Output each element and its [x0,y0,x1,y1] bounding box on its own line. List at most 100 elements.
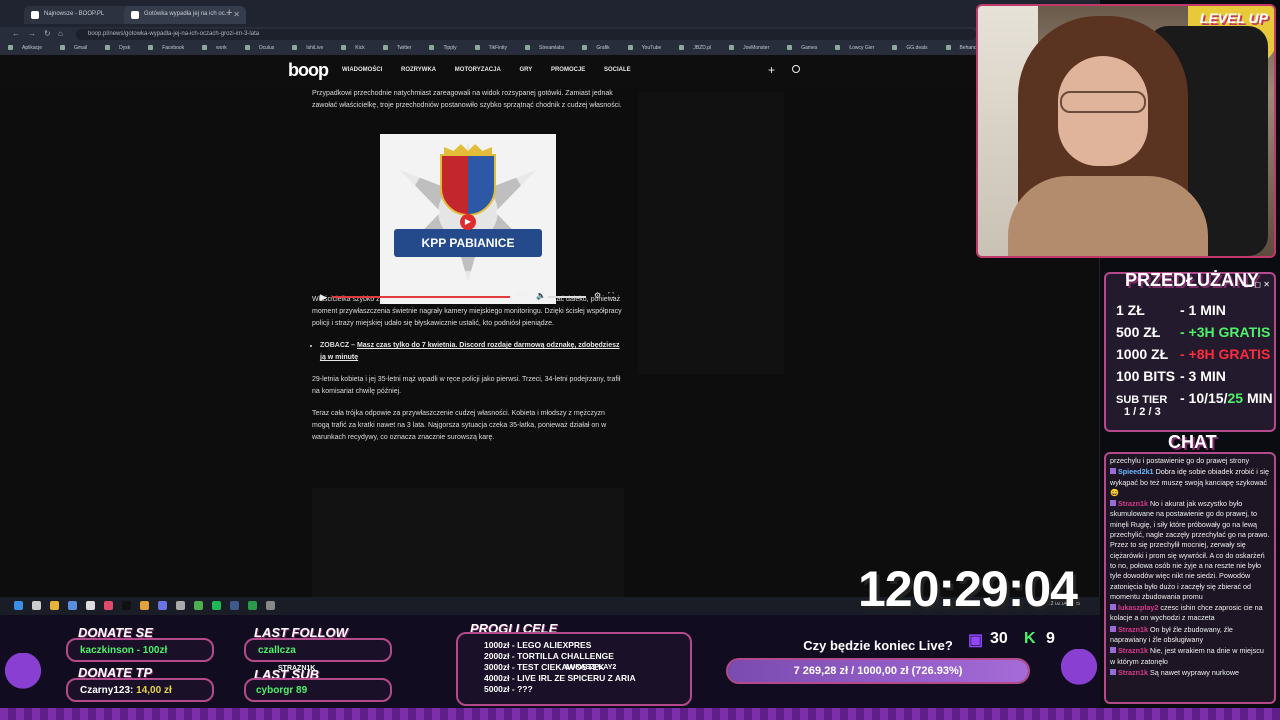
bookmark-item[interactable]: Aplikacje [8,45,51,51]
coat-of-arms-emblem [440,154,496,216]
folder-icon[interactable] [50,601,59,610]
bookmark-label: Grafik [596,45,610,51]
bookmark-icon [292,45,298,50]
donate-se-panel: kaczkinson - 100zł [66,638,214,662]
new-tab-icon[interactable]: + [226,7,232,19]
search-icon[interactable] [32,601,41,610]
bookmark-label: Gmail [74,45,88,51]
bookmark-icon [787,45,793,50]
price-row: 500 ZŁ - +3H GRATIS [1116,324,1271,340]
article-paragraph: Przypadkowi przechodnie natychmiast zare… [312,90,622,109]
chat-badge-icon [1110,500,1116,507]
chat-message: lukaszplay2 czesc ishin chce zaprosic ci… [1110,603,1270,624]
forward-icon[interactable]: → [28,29,36,38]
excel-icon[interactable] [248,601,257,610]
bookmark-item[interactable]: Kick [341,45,373,51]
bookmark-label: Łowcy Gier [849,45,875,51]
volume-icon[interactable]: 🔈 [536,291,546,300]
last-sub-panel: cyborgr 89 [244,678,392,702]
bookmark-icon [382,45,388,50]
nav-gry[interactable]: GRY [519,67,532,73]
last-follow-value: czallcza [258,645,296,656]
last-follow-panel: czallcza [244,638,392,662]
back-icon[interactable]: ← [12,29,20,38]
bookmark-item[interactable]: Gmail [60,45,96,51]
bookmark-item[interactable]: Oculus [244,45,284,51]
tab-title: Gotówka wypadła jej na ich oc... [144,11,230,17]
play-overlay-icon[interactable]: ▶ [460,214,476,230]
goal-overlay-text: LUKASZPLAY2 [566,664,617,671]
spotify-icon[interactable] [212,601,221,610]
bookmark-icon [729,45,735,50]
bookmark-item[interactable]: Tipply [429,45,465,51]
bookmark-item[interactable]: JBZD.pl [679,45,720,51]
tiktok-icon[interactable] [122,601,131,610]
bookmark-item[interactable]: GG.deals [892,45,936,51]
bookmark-item[interactable]: YouTube [627,45,671,51]
play-icon[interactable]: ▶ [320,292,327,303]
nav-wiadomosci[interactable]: WIADOMOŚCI [342,67,382,73]
chat-username[interactable]: Strazn1k [1118,646,1148,655]
plus-icon[interactable]: + [768,63,775,77]
chat-panel: przechylu i postawienie go do prawej str… [1104,452,1276,704]
chat-username[interactable]: Strazn1k [1118,625,1148,634]
site-logo[interactable]: boop [288,60,329,81]
obs-icon[interactable] [176,601,185,610]
bookmark-item[interactable]: IshiLive [292,45,332,51]
prices-panel: PRZEDŁUŻANY ▬ ◻ ✕ 1 ZŁ - 1 MIN 500 ZŁ - +3… [1104,270,1276,432]
url-field[interactable]: boop.pl/news/gotowka-wypadla-jej-na-ich-… [76,29,976,40]
bookmark-item[interactable]: Łowcy Gier [835,45,883,51]
home-icon[interactable]: ⌂ [58,29,63,38]
bookmark-item[interactable]: Games [787,45,826,51]
bookmark-item[interactable]: Facebook [148,45,193,51]
close-tab-icon[interactable]: ✕ [233,10,240,19]
chat-username[interactable]: lukaszplay2 [1118,603,1158,612]
nav-sociale[interactable]: SOCIALE [604,67,631,73]
calendar-icon[interactable] [86,601,95,610]
store-icon[interactable] [68,601,77,610]
chat-message: Strazn1k Są nawet wyprawy nurkowe [1110,668,1270,678]
price-row: 100 BITS - 3 MIN [1116,368,1226,384]
xbox-icon[interactable] [194,601,203,610]
app-icon[interactable] [266,601,275,610]
zobacz-link[interactable]: Masz czas tylko do 7 kwietnia. Discord r… [320,342,620,361]
bookmark-item[interactable]: Twitter [382,45,421,51]
chat-username[interactable]: Strazn1k [1118,499,1148,508]
seek-bar[interactable] [332,296,510,298]
chat-username[interactable]: Strazn1k [1118,668,1148,677]
steam-icon[interactable] [230,601,239,610]
search-icon[interactable] [792,65,800,73]
nav-motoryzacja[interactable]: MOTORYZACJA [455,67,501,73]
bookmark-label: TikFinity [488,45,508,51]
level-up-logo: LEVEL UP [1199,10,1268,26]
fullscreen-icon[interactable]: ⛶ [608,291,614,301]
mail-icon[interactable] [104,601,113,610]
video-player[interactable]: KPP PABIANICE ▶ [380,134,556,304]
reload-icon[interactable]: ↻ [44,29,51,38]
windows-icon[interactable] [14,601,23,610]
browser-window: Najnowsze - BOOP.PL ✕ Gotówka wypadła je… [0,0,1100,612]
discord-icon[interactable] [158,601,167,610]
nav-rozrywka[interactable]: ROZRYWKA [401,67,436,73]
chat-username[interactable]: Spieed2k1 [1118,467,1154,476]
donate-se-value: kaczkinson - 100zł [80,645,168,656]
bookmark-item[interactable]: JoeMonster [729,45,778,51]
bookmark-item[interactable]: Dysk [105,45,139,51]
bookmark-item[interactable]: TikFinity [474,45,516,51]
bookmark-item[interactable]: Grafik [582,45,618,51]
chat-text: No i akurat jak wszystko było skumulowan… [1110,499,1270,601]
stream-overlay: Najnowsze - BOOP.PL ✕ Gotówka wypadła je… [0,0,1280,720]
chat-badge-icon [1110,647,1116,654]
bookmark-label: Aplikacje [22,45,43,51]
bookmark-item[interactable]: Streamlabs [525,45,573,51]
chrome-icon[interactable] [140,601,149,610]
address-bar: ← → ↻ ⌂ boop.pl/news/gotowka-wypadla-jej… [0,27,1100,42]
chat-message: Strazn1k Nie, jest wrakiem na dnie w mie… [1110,646,1270,667]
site-header: boop WIADOMOŚCI ROZRYWKA MOTORYZACJA GRY… [0,55,978,87]
volume-slider[interactable] [548,296,586,298]
settings-gear-icon[interactable]: ⚙ [594,291,601,300]
goal-item: 5000zł - ??? [484,684,533,694]
bookmark-icon [582,45,588,50]
bookmark-item[interactable]: work [202,45,236,51]
nav-promocje[interactable]: PROMOCJE [551,67,585,73]
